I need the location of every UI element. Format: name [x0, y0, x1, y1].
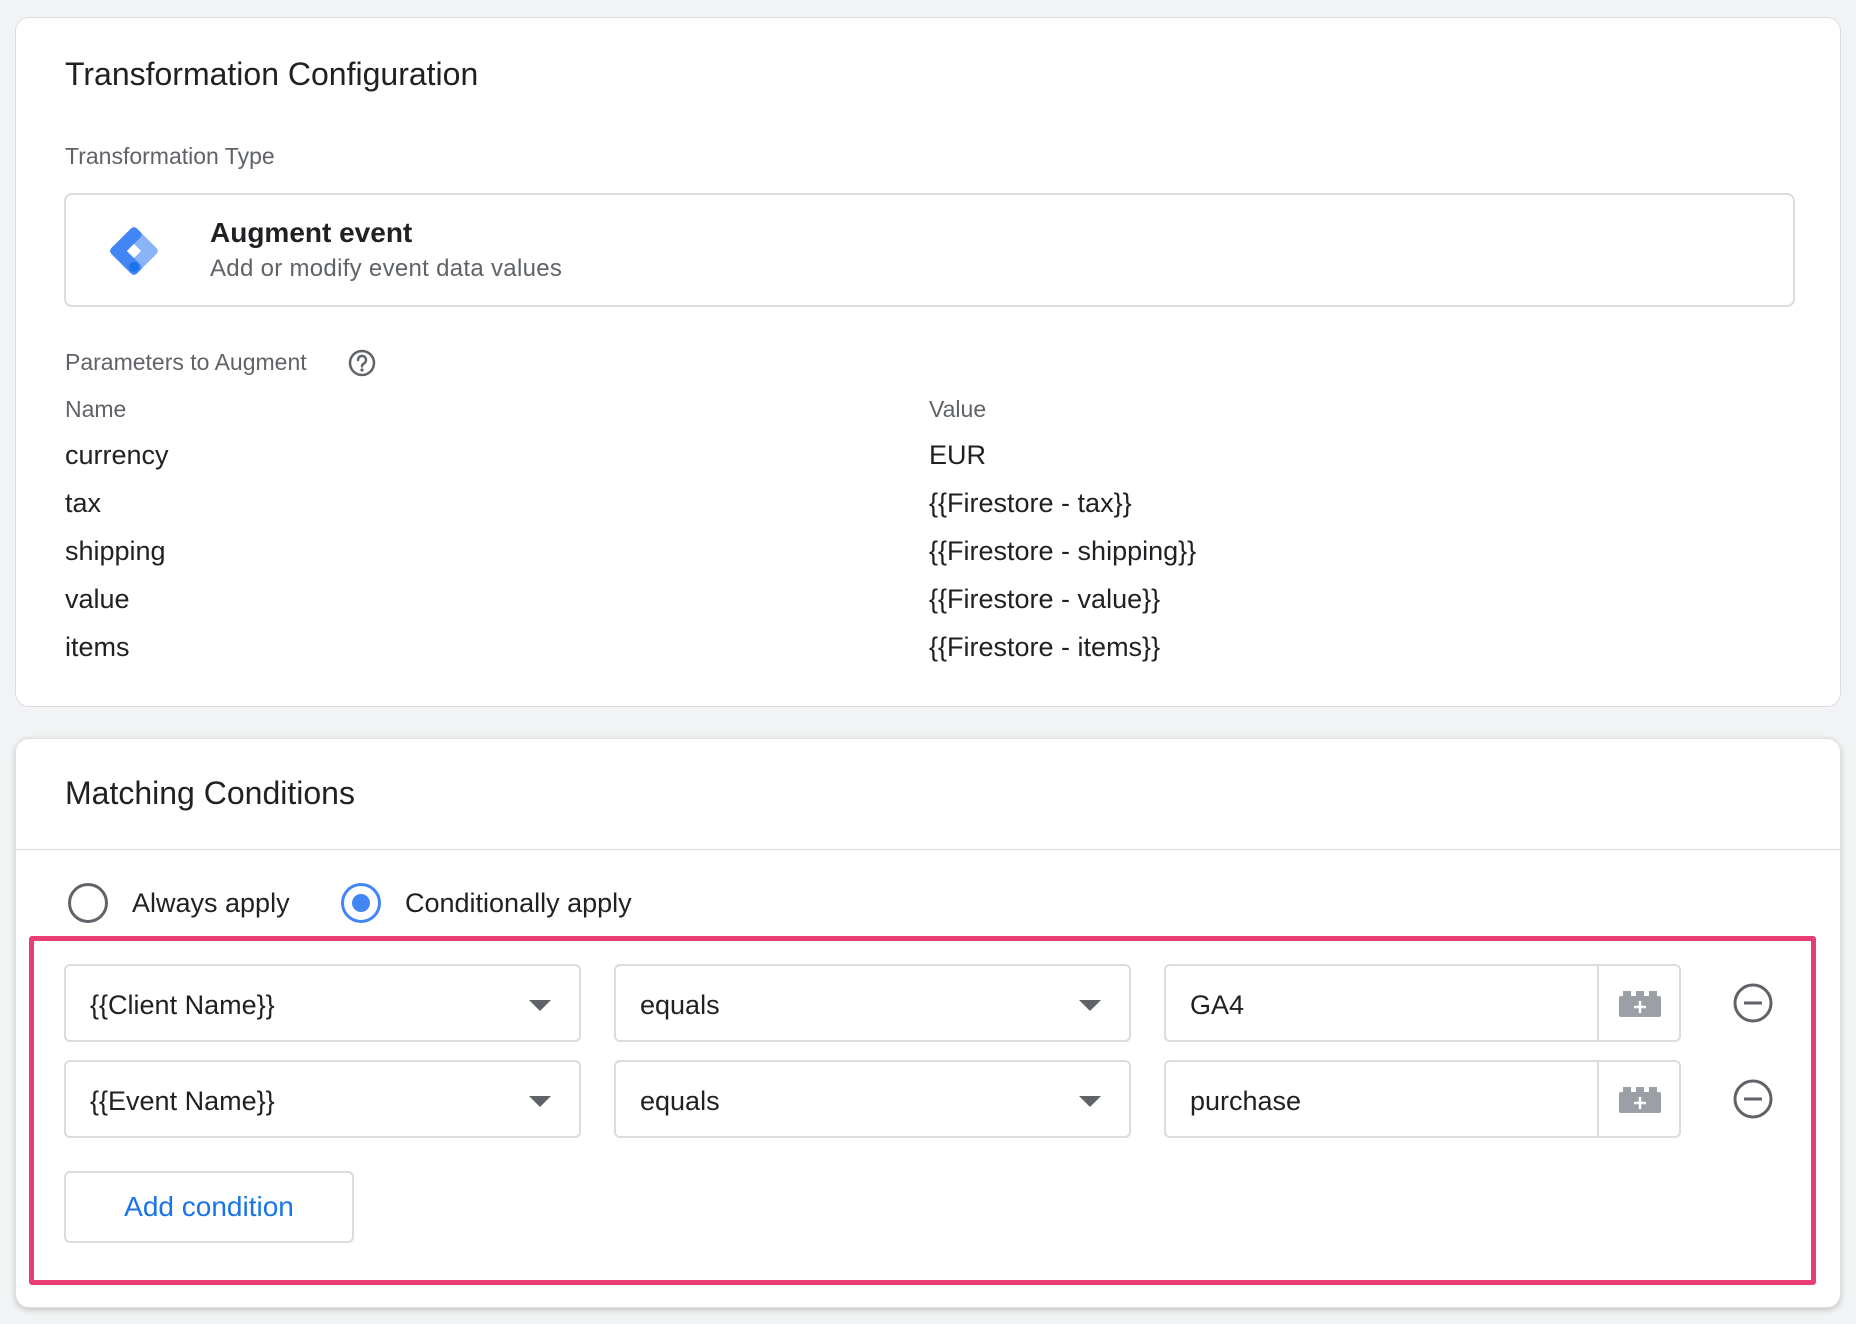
transformation-type-name: Augment event: [210, 217, 413, 248]
radio-label: Always apply: [132, 887, 290, 918]
help-icon[interactable]: [347, 348, 377, 378]
select-value: equals: [640, 990, 720, 1020]
insert-variable-button[interactable]: [1597, 1062, 1679, 1136]
param-value: {{Firestore - shipping}}: [929, 536, 1197, 566]
param-value: {{Firestore - value}}: [929, 584, 1161, 614]
input-value: GA4: [1190, 990, 1245, 1020]
dropdown-arrow-icon: [529, 1000, 551, 1011]
radio-always-apply[interactable]: Always apply: [68, 883, 290, 923]
param-name: currency: [65, 440, 169, 470]
radio-conditionally-apply[interactable]: Conditionally apply: [341, 883, 632, 923]
tag-manager-icon: [110, 227, 158, 275]
condition-value-input[interactable]: GA4: [1164, 964, 1681, 1042]
remove-condition-icon[interactable]: [1732, 982, 1774, 1024]
transformation-type-selector[interactable]: Augment event Add or modify event data v…: [64, 193, 1795, 307]
column-header-value: Value: [929, 396, 987, 422]
condition-value-input[interactable]: purchase: [1164, 1060, 1681, 1138]
radio-label: Conditionally apply: [405, 887, 632, 918]
condition-variable-select[interactable]: {{Client Name}}: [64, 964, 581, 1042]
dropdown-arrow-icon: [529, 1096, 551, 1107]
section-divider: [16, 849, 1840, 850]
transformation-type-label: Transformation Type: [65, 143, 275, 169]
param-name: value: [65, 584, 130, 614]
matching-conditions-card: Matching Conditions Always apply Conditi…: [15, 738, 1841, 1308]
params-label: Parameters to Augment: [65, 349, 307, 375]
remove-condition-icon[interactable]: [1732, 1078, 1774, 1120]
select-value: {{Client Name}}: [90, 990, 275, 1020]
param-name: shipping: [65, 536, 166, 566]
condition-operator-select[interactable]: equals: [614, 1060, 1131, 1138]
dropdown-arrow-icon: [1079, 1096, 1101, 1107]
transformation-config-card: Transformation Configuration Transformat…: [15, 17, 1841, 707]
param-name: tax: [65, 488, 102, 518]
param-value: EUR: [929, 440, 987, 470]
matching-conditions-title: Matching Conditions: [65, 775, 355, 811]
variable-brick-icon: [1619, 1087, 1661, 1113]
column-header-name: Name: [65, 396, 127, 422]
select-value: equals: [640, 1086, 720, 1116]
add-condition-button[interactable]: Add condition: [64, 1171, 354, 1243]
condition-operator-select[interactable]: equals: [614, 964, 1131, 1042]
condition-variable-select[interactable]: {{Event Name}}: [64, 1060, 581, 1138]
transformation-type-description: Add or modify event data values: [210, 255, 563, 282]
variable-brick-icon: [1619, 991, 1661, 1017]
param-name: items: [65, 632, 130, 662]
transformation-config-title: Transformation Configuration: [65, 56, 479, 92]
param-value: {{Firestore - items}}: [929, 632, 1161, 662]
param-value: {{Firestore - tax}}: [929, 488, 1132, 518]
insert-variable-button[interactable]: [1597, 966, 1679, 1040]
radio-button[interactable]: [68, 883, 108, 923]
dropdown-arrow-icon: [1079, 1000, 1101, 1011]
radio-button[interactable]: [341, 883, 381, 923]
select-value: {{Event Name}}: [90, 1086, 275, 1116]
input-value: purchase: [1190, 1086, 1302, 1116]
